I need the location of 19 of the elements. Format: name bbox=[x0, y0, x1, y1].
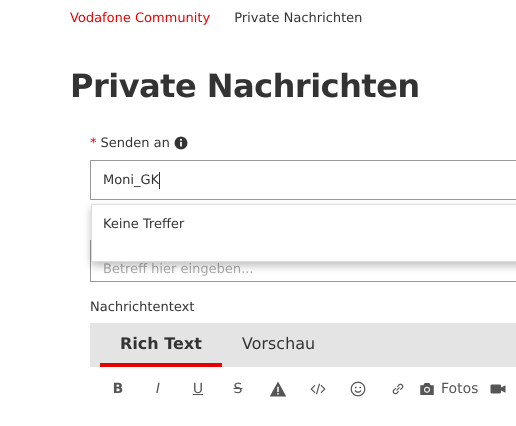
bold-button[interactable]: B bbox=[98, 377, 138, 401]
info-icon[interactable] bbox=[174, 136, 188, 150]
editor-tab[interactable]: Vorschau bbox=[222, 323, 336, 367]
recipient-field[interactable]: Moni_GK bbox=[90, 160, 516, 200]
smiley-icon bbox=[349, 380, 367, 398]
field-label: Nachrichtentext bbox=[90, 300, 196, 315]
camera-icon bbox=[418, 380, 436, 398]
strike-button[interactable]: S bbox=[218, 377, 258, 401]
editor-tab[interactable]: Rich Text bbox=[100, 323, 222, 367]
page-title: Private Nachrichten bbox=[70, 66, 421, 106]
photos-button[interactable]: Fotos bbox=[418, 377, 478, 401]
field-label: Senden an bbox=[100, 136, 170, 150]
breadcrumb-current: Private Nachrichten bbox=[234, 10, 362, 28]
breadcrumb-link[interactable]: Vodafone Community bbox=[70, 10, 210, 28]
underline-button[interactable]: U bbox=[178, 377, 218, 401]
required-mark: * bbox=[90, 136, 96, 150]
warning-icon bbox=[269, 380, 287, 398]
italic-button[interactable]: I bbox=[138, 377, 178, 401]
no-results-text: Keine Treffer bbox=[103, 217, 184, 232]
